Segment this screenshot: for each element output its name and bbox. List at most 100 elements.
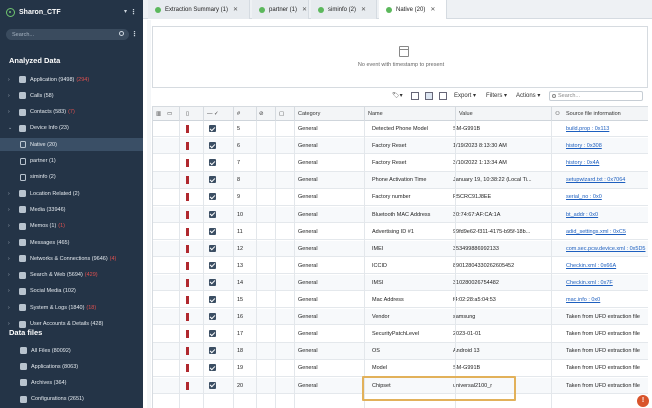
column-source[interactable]: Source file information <box>566 111 621 117</box>
data-files-item-1[interactable]: Applications (8063) <box>0 360 143 373</box>
table-row[interactable]: 13 General ICCID 89012804330262605452 Ch… <box>153 258 648 275</box>
table-row[interactable]: 11 General Advertising ID #1 99fd9e62-f3… <box>153 224 648 240</box>
chevron-right-icon[interactable]: › <box>8 109 16 115</box>
row-checkbox[interactable] <box>209 210 216 218</box>
chevron-right-icon[interactable]: › <box>8 321 16 327</box>
sidebar-splitter[interactable] <box>147 20 151 408</box>
actions-button[interactable]: Actions ▾ <box>516 92 540 99</box>
folder-icon[interactable]: ▭ <box>167 111 172 117</box>
cell-source[interactable]: history : 0x308 <box>566 143 648 149</box>
sidebar-item-1[interactable]: › Calls (58) <box>0 89 143 102</box>
table-row[interactable]: 16 General Vendor samsung Taken from UFD… <box>153 309 648 326</box>
chevron-right-icon[interactable]: › <box>8 240 16 246</box>
chevron-down-icon[interactable]: ⌄ <box>8 125 16 131</box>
close-icon[interactable]: ✕ <box>430 6 435 13</box>
row-checkbox[interactable] <box>209 381 216 389</box>
table-view-icon[interactable] <box>425 92 433 100</box>
sidebar-item-12[interactable]: › Search & Web (5694) (429) <box>0 269 143 282</box>
data-files-item-3[interactable]: Configurations (2651) <box>0 393 143 406</box>
chevron-right-icon[interactable]: › <box>8 288 16 294</box>
sidebar-item-5[interactable]: partner (1) <box>0 155 143 168</box>
sidebar-item-14[interactable]: › System & Logs (1840) (18) <box>0 301 143 314</box>
row-checkbox[interactable] <box>209 193 216 201</box>
column-category[interactable]: Category <box>298 111 320 117</box>
sidebar-item-10[interactable]: › Messages (465) <box>0 236 143 249</box>
row-checkbox[interactable] <box>209 313 216 321</box>
table-row[interactable]: 5 General Detected Phone Model SM-G991B … <box>153 121 648 138</box>
cell-source[interactable]: serial_no : 0x0 <box>566 194 648 200</box>
comment-column-icon[interactable]: ▢ <box>279 111 284 117</box>
user-column-icon[interactable]: ⚇ <box>555 111 560 117</box>
table-row[interactable]: 10 General Bluetooth MAC Address 30:74:6… <box>153 206 648 223</box>
close-icon[interactable]: ✕ <box>302 6 307 13</box>
sidebar-item-7[interactable]: › Location Related (2) <box>0 187 143 200</box>
close-icon[interactable]: ✕ <box>361 6 366 13</box>
row-checkbox[interactable] <box>209 125 216 132</box>
column-number[interactable]: # <box>237 111 240 117</box>
row-checkbox[interactable] <box>209 227 216 235</box>
sidebar-item-2[interactable]: › Contacts (583) (7) <box>0 106 143 119</box>
table-row[interactable]: 12 General IMEI 353499886992133 com.sec.… <box>153 240 648 258</box>
chevron-right-icon[interactable]: › <box>8 77 16 83</box>
table-row[interactable]: 17 General SecurityPatchLevel 2023-01-01… <box>153 326 648 343</box>
chevron-right-icon[interactable]: › <box>8 191 16 197</box>
sidebar-search-input[interactable]: Search... <box>6 29 129 40</box>
tag-icon[interactable]: 🏷▾ <box>392 92 403 99</box>
tab-3[interactable]: Native (20) ✕ <box>379 0 447 19</box>
sidebar-item-3[interactable]: ⌄ Device Info (23) <box>0 122 143 135</box>
chevron-right-icon[interactable]: › <box>8 305 16 311</box>
chevron-right-icon[interactable]: › <box>8 256 16 262</box>
column-name[interactable]: Name <box>368 111 383 117</box>
table-row[interactable]: 6 General Factory Reset 1/19/2023 8:13:3… <box>153 138 648 155</box>
cell-source[interactable]: Checkin.xml : 0x7F <box>566 280 648 286</box>
data-files-item-2[interactable]: Archives (364) <box>0 376 143 389</box>
case-menu-icon[interactable]: ⋮ <box>130 8 137 16</box>
split-view-icon[interactable]: ▥ <box>156 111 161 117</box>
table-row[interactable]: 18 General OS Android 13 Taken from UFD … <box>153 343 648 360</box>
table-row[interactable]: 14 General IMSI 310280026754482 Checkin.… <box>153 274 648 292</box>
row-checkbox[interactable] <box>209 347 216 355</box>
export-button[interactable]: Export ▾ <box>454 92 476 99</box>
row-checkbox[interactable] <box>209 159 216 167</box>
cell-source[interactable]: setupwizard.txt : 0x7064 <box>566 177 648 183</box>
table-row[interactable]: 9 General Factory number R5CRC91J8EE ser… <box>153 189 648 206</box>
row-checkbox[interactable] <box>209 261 216 269</box>
attachment-column-icon[interactable]: ⊘ <box>259 111 264 117</box>
table-row[interactable]: 7 General Factory Reset 3/10/2022 1:13:3… <box>153 155 648 172</box>
tab-0[interactable]: Extraction Summary (1) ✕ <box>148 0 250 19</box>
sidebar-item-4[interactable]: Native (20) <box>0 138 143 152</box>
sidebar-item-6[interactable]: siminfo (2) <box>0 171 143 184</box>
cell-source[interactable]: adid_settings.xml : 0xC5 <box>566 229 648 235</box>
chevron-right-icon[interactable]: › <box>8 207 16 213</box>
sidebar-item-8[interactable]: › Media (33946) <box>0 203 143 216</box>
cell-source[interactable]: mac.info : 0x0 <box>566 297 648 303</box>
notification-badge[interactable]: ! <box>637 395 649 407</box>
cell-source[interactable]: com.sec.pcw.device.xml : 0x5D5 <box>566 246 648 252</box>
cell-source[interactable]: Checkin.xml : 0x66A <box>566 263 648 269</box>
filters-button[interactable]: Filters ▾ <box>486 92 507 99</box>
chevron-down-icon[interactable]: ▾ <box>124 8 127 15</box>
row-checkbox[interactable] <box>209 296 216 303</box>
sidebar-item-0[interactable]: › Application (9498) (294) <box>0 73 143 86</box>
flag-column-icon[interactable]: ▯ <box>186 111 189 117</box>
row-checkbox[interactable] <box>209 330 216 338</box>
chevron-right-icon[interactable]: › <box>8 93 16 99</box>
close-icon[interactable]: ✕ <box>233 6 238 13</box>
search-menu-icon[interactable]: ⋮ <box>131 30 138 38</box>
sidebar-item-9[interactable]: › Memos (1) (1) <box>0 220 143 233</box>
tab-2[interactable]: siminfo (2) ✕ <box>311 0 377 19</box>
select-column-icon[interactable]: — ✓ <box>207 111 219 117</box>
cell-source[interactable]: bt_addr : 0x0 <box>566 212 648 218</box>
table-row[interactable]: 8 General Phone Activation Time January … <box>153 172 648 189</box>
chevron-right-icon[interactable]: › <box>8 272 16 278</box>
sidebar-item-13[interactable]: › Social Media (102) <box>0 285 143 298</box>
table-row[interactable]: 19 General Model SM-G991B Taken from UFD… <box>153 360 648 377</box>
list-view-icon[interactable] <box>411 92 419 100</box>
column-value[interactable]: Value <box>459 111 473 117</box>
detail-view-icon[interactable] <box>439 92 447 100</box>
data-files-item-0[interactable]: All Files (80092) <box>0 344 143 357</box>
row-checkbox[interactable] <box>209 244 216 252</box>
chevron-right-icon[interactable]: › <box>8 223 16 229</box>
grid-search-input[interactable]: Search... <box>549 91 643 101</box>
tab-1[interactable]: partner (1) ✕ <box>252 0 309 19</box>
